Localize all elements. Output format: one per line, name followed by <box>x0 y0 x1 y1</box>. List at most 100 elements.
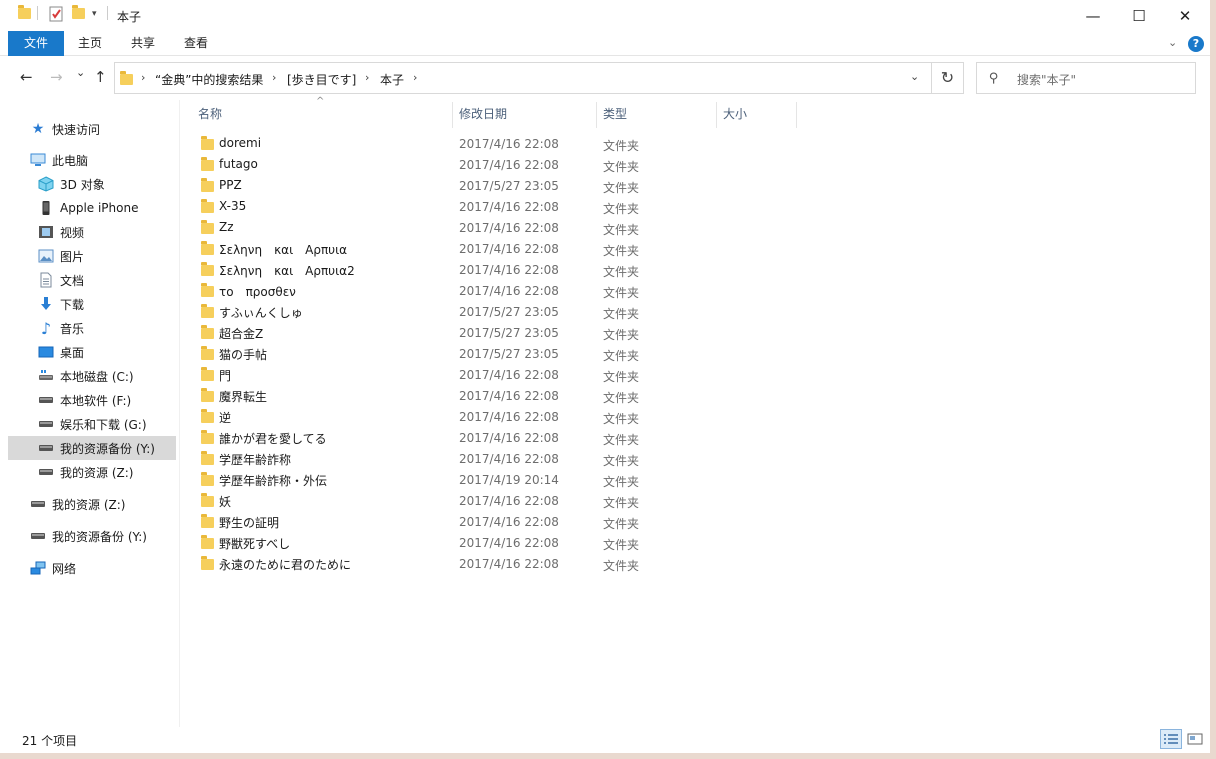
sidebar-item-3d-objects[interactable]: 3D 对象 <box>38 172 105 196</box>
file-row[interactable]: futago 2017/4/16 22:08 文件夹 <box>196 155 676 176</box>
refresh-button[interactable]: ↻ <box>932 62 964 94</box>
file-type: 文件夹 <box>603 391 640 405</box>
file-row[interactable]: 妖 2017/4/16 22:08 文件夹 <box>196 491 676 512</box>
file-row[interactable]: 誰かが君を愛してる 2017/4/16 22:08 文件夹 <box>196 428 676 449</box>
navigation-pane: ★ 快速访问 此电脑 3D 对象 Apple iPhone 视频 图片 文档 下… <box>0 100 180 727</box>
file-row[interactable]: 猫の手帖 2017/5/27 23:05 文件夹 <box>196 344 676 365</box>
sidebar-item-drive-g[interactable]: 娱乐和下载 (G:) <box>38 412 147 436</box>
file-row[interactable]: Zz 2017/4/16 22:08 文件夹 <box>196 218 676 239</box>
search-input[interactable]: 搜索"本子" <box>1017 71 1076 88</box>
folder-icon <box>201 178 214 195</box>
breadcrumb-separator[interactable]: › <box>413 71 417 84</box>
sidebar-item-drive-f[interactable]: 本地软件 (F:) <box>38 388 131 412</box>
file-row[interactable]: το προσθεν 2017/4/16 22:08 文件夹 <box>196 281 676 302</box>
sidebar-item-label: 我的资源备份 (Y:) <box>52 529 147 544</box>
file-row[interactable]: すふぃんくしゅ 2017/5/27 23:05 文件夹 <box>196 302 676 323</box>
sidebar-item-desktop[interactable]: 桌面 <box>38 340 84 364</box>
file-row[interactable]: 門 2017/4/16 22:08 文件夹 <box>196 365 676 386</box>
file-type: 文件夹 <box>603 139 640 153</box>
file-type: 文件夹 <box>603 517 640 531</box>
new-folder-icon[interactable] <box>72 5 85 22</box>
customize-toolbar-icon[interactable]: ▾ <box>92 9 97 19</box>
file-modified: 2017/4/16 22:08 <box>459 200 559 214</box>
sidebar-item-quick-access[interactable]: ★ 快速访问 <box>30 117 100 141</box>
minimize-button[interactable]: — <box>1070 0 1116 31</box>
breadcrumb-separator[interactable]: › <box>141 71 145 84</box>
column-header-size[interactable]: 大小 <box>717 104 795 128</box>
file-modified: 2017/4/16 22:08 <box>459 389 559 403</box>
file-row[interactable]: 超合金Z 2017/5/27 23:05 文件夹 <box>196 323 676 344</box>
breadcrumb-current[interactable]: 本子 <box>380 71 404 88</box>
file-name: 学歴年齢詐称 <box>219 453 292 467</box>
folder-icon <box>201 157 214 174</box>
sidebar-item-drive-y[interactable]: 我的资源备份 (Y:) <box>8 436 176 460</box>
file-name: 学歴年齢詐称・外伝 <box>219 474 328 488</box>
forward-button[interactable]: → <box>50 68 63 86</box>
file-row[interactable]: PPZ 2017/5/27 23:05 文件夹 <box>196 176 676 197</box>
breadcrumb-separator[interactable]: › <box>272 71 276 84</box>
file-row[interactable]: Σεληνη και Αρπυια2 2017/4/16 22:08 文件夹 <box>196 260 676 281</box>
file-name: 妖 <box>219 495 232 509</box>
file-row[interactable]: Σεληνη και Αρπυια 2017/4/16 22:08 文件夹 <box>196 239 676 260</box>
file-row[interactable]: 学歴年齢詐称 2017/4/16 22:08 文件夹 <box>196 449 676 470</box>
breadcrumb-folder[interactable]: [歩き目です] <box>287 71 356 88</box>
sidebar-item-drive-c[interactable]: 本地磁盘 (C:) <box>38 364 134 388</box>
tab-view[interactable]: 查看 <box>170 31 222 56</box>
sidebar-item-pictures[interactable]: 图片 <box>38 244 84 268</box>
sidebar-item-music[interactable]: ♪ 音乐 <box>38 316 84 340</box>
breadcrumb-separator[interactable]: › <box>365 71 369 84</box>
folder-icon <box>201 556 214 573</box>
sidebar-item-network-drive-z[interactable]: 我的资源 (Z:) <box>30 492 125 516</box>
sidebar-item-drive-z[interactable]: 我的资源 (Z:) <box>38 460 133 484</box>
up-button[interactable]: ↑ <box>94 68 107 86</box>
file-row[interactable]: X-35 2017/4/16 22:08 文件夹 <box>196 197 676 218</box>
tab-home[interactable]: 主页 <box>64 31 116 56</box>
file-row[interactable]: 逆 2017/4/16 22:08 文件夹 <box>196 407 676 428</box>
column-divider[interactable] <box>796 102 797 128</box>
file-row[interactable]: 野生の証明 2017/4/16 22:08 文件夹 <box>196 512 676 533</box>
file-row[interactable]: 魔界転生 2017/4/16 22:08 文件夹 <box>196 386 676 407</box>
maximize-button[interactable]: ☐ <box>1116 0 1162 31</box>
large-icons-view-icon[interactable] <box>1184 729 1206 749</box>
folder-icon <box>201 346 214 363</box>
file-type: 文件夹 <box>603 370 640 384</box>
file-row[interactable]: 永遠のために君のために 2017/4/16 22:08 文件夹 <box>196 554 676 575</box>
tab-file[interactable]: 文件 <box>8 31 64 56</box>
sidebar-item-documents[interactable]: 文档 <box>38 268 84 292</box>
sidebar-item-label: 3D 对象 <box>60 177 105 192</box>
column-header-modified[interactable]: 修改日期 <box>453 104 595 128</box>
search-box[interactable]: ⚲ 搜索"本子" <box>976 62 1196 94</box>
recent-locations-button[interactable]: ⌄ <box>76 66 85 79</box>
sidebar-item-apple-iphone[interactable]: Apple iPhone <box>38 196 138 220</box>
sidebar-item-label: 我的资源 (Z:) <box>60 465 134 480</box>
file-row[interactable]: 学歴年齢詐称・外伝 2017/4/19 20:14 文件夹 <box>196 470 676 491</box>
sidebar-item-this-pc[interactable]: 此电脑 <box>30 148 88 172</box>
sidebar-item-label: 娱乐和下载 (G:) <box>60 417 147 432</box>
file-row[interactable]: doremi 2017/4/16 22:08 文件夹 <box>196 134 676 155</box>
expand-ribbon-chevron-icon[interactable]: ⌄ <box>1168 36 1177 49</box>
folder-icon <box>201 325 214 342</box>
sidebar-item-videos[interactable]: 视频 <box>38 220 84 244</box>
column-header-name[interactable]: 名称 <box>192 104 452 128</box>
sidebar-item-downloads[interactable]: 下载 <box>38 292 84 316</box>
folder-icon <box>201 262 214 279</box>
file-type: 文件夹 <box>603 265 640 279</box>
properties-icon[interactable] <box>49 6 63 25</box>
file-row[interactable]: 野獣死すべし 2017/4/16 22:08 文件夹 <box>196 533 676 554</box>
tab-share[interactable]: 共享 <box>117 31 169 56</box>
file-type: 文件夹 <box>603 223 640 237</box>
documents-icon <box>38 272 54 288</box>
close-button[interactable]: ✕ <box>1162 0 1208 31</box>
back-button[interactable]: ← <box>20 68 33 86</box>
details-view-icon[interactable] <box>1160 729 1182 749</box>
address-bar[interactable]: › “金典”中的搜索结果 › [歩き目です] › 本子 › ⌄ <box>114 62 932 94</box>
address-dropdown-icon[interactable]: ⌄ <box>910 70 919 83</box>
file-modified: 2017/4/19 20:14 <box>459 473 559 487</box>
drive-icon <box>38 464 54 480</box>
folder-icon <box>201 388 214 405</box>
breadcrumb-search-results[interactable]: “金典”中的搜索结果 <box>155 71 263 88</box>
sidebar-item-network-drive-y[interactable]: 我的资源备份 (Y:) <box>30 524 147 548</box>
help-icon[interactable]: ? <box>1188 36 1204 52</box>
sidebar-item-network[interactable]: 网络 <box>30 556 76 580</box>
column-header-type[interactable]: 类型 <box>597 104 715 128</box>
